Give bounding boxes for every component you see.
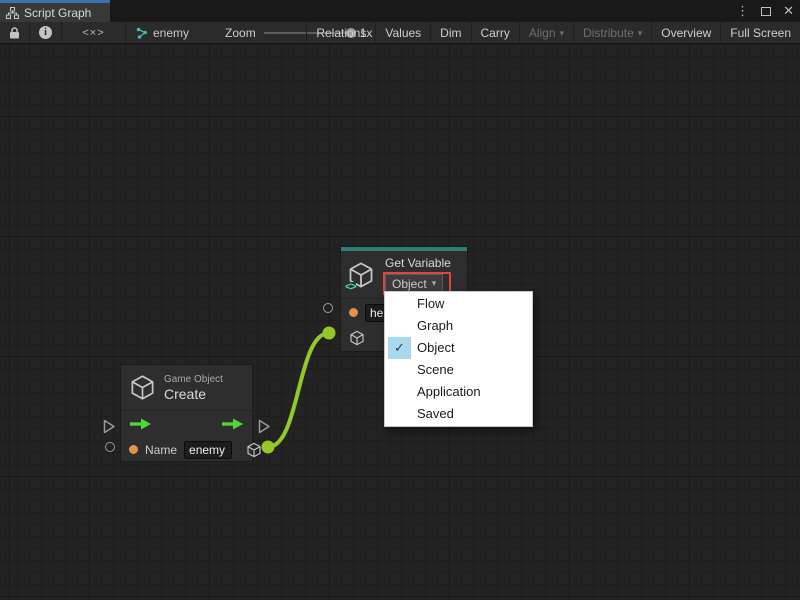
menu-item-saved[interactable]: Saved [385,403,532,425]
get-variable-name-port[interactable] [323,303,333,313]
code-preview-button[interactable]: <×> [62,22,126,43]
name-input[interactable] [184,441,232,459]
tab-title: Script Graph [24,6,91,20]
tab-bar: Script Graph ⋮ ✕ [0,0,800,22]
cube-code-icon: <> [347,261,375,291]
lock-icon [9,27,20,39]
graph-icon [136,27,148,39]
name-value-port[interactable] [105,442,115,452]
carry-button[interactable]: Carry [471,22,519,44]
caret-down-icon: ▾ [432,278,437,289]
lock-button[interactable] [0,22,30,43]
info-button[interactable]: i [30,22,62,43]
caret-down-icon: ▾ [560,28,565,39]
value-port-icon[interactable] [129,445,138,454]
align-button: Align ▾ [519,22,573,44]
zoom-label: Zoom [225,26,256,40]
check-icon: ✓ [388,337,411,359]
breadcrumb[interactable]: enemy [126,22,199,43]
values-button[interactable]: Values [375,22,430,44]
hierarchy-icon [6,7,19,19]
caret-down-icon: ▾ [638,28,643,39]
overview-button[interactable]: Overview [651,22,720,44]
window-controls: ⋮ ✕ [736,0,794,22]
flow-out-port[interactable] [258,419,271,434]
script-graph-window: Script Graph ⋮ ✕ i <×> [0,0,800,600]
variable-kind-menu: Flow Graph ✓ Object Scene Application Sa… [384,291,533,427]
name-port-label: Name [145,443,177,457]
cube-icon [129,374,156,401]
close-icon[interactable]: ✕ [783,3,794,19]
menu-item-object[interactable]: ✓ Object [385,337,532,359]
maximize-icon[interactable] [761,7,771,16]
flow-out-arrow-icon[interactable] [221,418,244,430]
menu-item-flow[interactable]: Flow [385,293,532,315]
dim-button[interactable]: Dim [430,22,470,44]
toolbar-buttons: Relations Values Dim Carry Align ▾ Distr… [306,22,800,44]
node-category: Game Object [164,373,223,386]
relations-button[interactable]: Relations [306,22,375,44]
node-title: Create [164,386,223,403]
value-port-icon[interactable] [349,308,358,317]
menu-item-application[interactable]: Application [385,381,532,403]
tab-script-graph[interactable]: Script Graph [0,0,110,22]
kebab-menu-icon[interactable]: ⋮ [736,3,749,19]
flow-in-port[interactable] [103,419,116,434]
menu-item-graph[interactable]: Graph [385,315,532,337]
menu-item-scene[interactable]: Scene [385,359,532,381]
breadcrumb-graph-name: enemy [153,26,189,40]
fullscreen-button[interactable]: Full Screen [720,22,800,44]
node-title: Get Variable [383,256,451,270]
gameobject-port-icon[interactable] [349,330,365,346]
graph-toolbar: i <×> enemy Zoom 1x Relations [0,22,800,44]
flow-in-arrow-icon[interactable] [129,418,152,430]
info-icon: i [39,26,52,39]
code-icon: <×> [82,27,104,39]
gameobject-out-port-icon[interactable] [246,442,262,458]
create-gameobject-node[interactable]: Game Object Create Name [120,364,253,462]
distribute-button: Distribute ▾ [573,22,651,44]
